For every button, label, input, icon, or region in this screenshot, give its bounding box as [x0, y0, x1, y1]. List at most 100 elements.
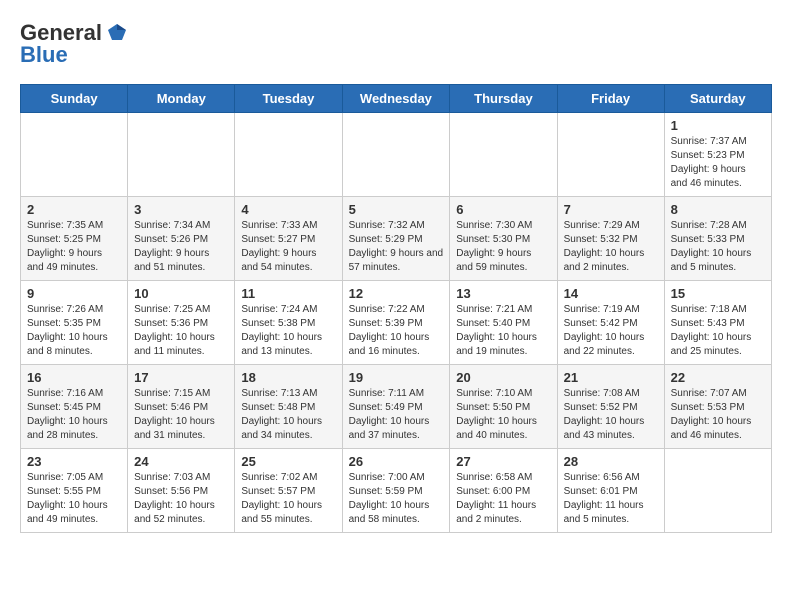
- day-number: 6: [456, 202, 550, 217]
- calendar-cell: 12 Sunrise: 7:22 AM Sunset: 5:39 PM Dayli…: [342, 281, 450, 365]
- calendar-cell: [235, 113, 342, 197]
- day-info: Sunrise: 7:22 AM Sunset: 5:39 PM Dayligh…: [349, 303, 444, 359]
- day-number: 14: [564, 286, 658, 301]
- day-info: Sunrise: 7:35 AM Sunset: 5:25 PM Dayligh…: [27, 219, 121, 275]
- calendar-cell: 13 Sunrise: 7:21 AM Sunset: 5:40 PM Dayli…: [450, 281, 557, 365]
- day-info: Sunrise: 7:30 AM Sunset: 5:30 PM Dayligh…: [456, 219, 550, 275]
- calendar-cell: 10 Sunrise: 7:25 AM Sunset: 5:36 PM Dayli…: [128, 281, 235, 365]
- calendar-cell: 11 Sunrise: 7:24 AM Sunset: 5:38 PM Dayli…: [235, 281, 342, 365]
- calendar-cell: 24 Sunrise: 7:03 AM Sunset: 5:56 PM Dayli…: [128, 449, 235, 533]
- calendar-cell: 18Sunrise: 7:13 AM Sunset: 5:48 PM Dayli…: [235, 365, 342, 449]
- day-number: 26: [349, 454, 444, 469]
- calendar-cell: [450, 113, 557, 197]
- day-of-week-friday: Friday: [557, 85, 664, 113]
- calendar-cell: 9 Sunrise: 7:26 AM Sunset: 5:35 PM Daylig…: [21, 281, 128, 365]
- calendar-cell: 6 Sunrise: 7:30 AM Sunset: 5:30 PM Daylig…: [450, 197, 557, 281]
- calendar-cell: 4 Sunrise: 7:33 AM Sunset: 5:27 PM Daylig…: [235, 197, 342, 281]
- calendar-cell: 22 Sunrise: 7:07 AM Sunset: 5:53 PM Dayli…: [664, 365, 771, 449]
- logo: General Blue: [20, 20, 128, 68]
- day-number: 23: [27, 454, 121, 469]
- calendar-cell: 8 Sunrise: 7:28 AM Sunset: 5:33 PM Daylig…: [664, 197, 771, 281]
- calendar-cell: [342, 113, 450, 197]
- day-number: 4: [241, 202, 335, 217]
- day-number: 21: [564, 370, 658, 385]
- calendar-cell: [128, 113, 235, 197]
- day-info: Sunrise: 7:07 AM Sunset: 5:53 PM Dayligh…: [671, 387, 765, 443]
- calendar-cell: 28 Sunrise: 6:56 AM Sunset: 6:01 PM Dayli…: [557, 449, 664, 533]
- day-number: 17: [134, 370, 228, 385]
- day-number: 24: [134, 454, 228, 469]
- day-info: Sunrise: 7:18 AM Sunset: 5:43 PM Dayligh…: [671, 303, 765, 359]
- calendar-cell: 17 Sunrise: 7:15 AM Sunset: 5:46 PM Dayli…: [128, 365, 235, 449]
- day-info: Sunrise: 7:33 AM Sunset: 5:27 PM Dayligh…: [241, 219, 335, 275]
- day-number: 13: [456, 286, 550, 301]
- calendar-cell: 16 Sunrise: 7:16 AM Sunset: 5:45 PM Dayli…: [21, 365, 128, 449]
- calendar-cell: 2 Sunrise: 7:35 AM Sunset: 5:25 PM Daylig…: [21, 197, 128, 281]
- calendar-cell: 5 Sunrise: 7:32 AM Sunset: 5:29 PM Daylig…: [342, 197, 450, 281]
- calendar-cell: 20 Sunrise: 7:10 AM Sunset: 5:50 PM Dayli…: [450, 365, 557, 449]
- day-info: Sunrise: 7:13 AM Sunset: 5:48 PM Dayligh…: [241, 387, 335, 443]
- day-info: Sunrise: 7:29 AM Sunset: 5:32 PM Dayligh…: [564, 219, 658, 275]
- day-number: 1: [671, 118, 765, 133]
- calendar-cell: 3 Sunrise: 7:34 AM Sunset: 5:26 PM Daylig…: [128, 197, 235, 281]
- calendar-cell: 25 Sunrise: 7:02 AM Sunset: 5:57 PM Dayli…: [235, 449, 342, 533]
- day-number: 25: [241, 454, 335, 469]
- day-number: 28: [564, 454, 658, 469]
- day-number: 3: [134, 202, 228, 217]
- day-info: Sunrise: 7:21 AM Sunset: 5:40 PM Dayligh…: [456, 303, 550, 359]
- day-number: 2: [27, 202, 121, 217]
- day-info: Sunrise: 7:24 AM Sunset: 5:38 PM Dayligh…: [241, 303, 335, 359]
- day-info: Sunrise: 7:15 AM Sunset: 5:46 PM Dayligh…: [134, 387, 228, 443]
- day-of-week-wednesday: Wednesday: [342, 85, 450, 113]
- day-number: 8: [671, 202, 765, 217]
- day-info: Sunrise: 7:05 AM Sunset: 5:55 PM Dayligh…: [27, 471, 121, 527]
- day-of-week-thursday: Thursday: [450, 85, 557, 113]
- calendar-cell: 21 Sunrise: 7:08 AM Sunset: 5:52 PM Dayli…: [557, 365, 664, 449]
- day-info: Sunrise: 7:11 AM Sunset: 5:49 PM Dayligh…: [349, 387, 444, 443]
- calendar-table: SundayMondayTuesdayWednesdayThursdayFrid…: [20, 84, 772, 533]
- day-number: 22: [671, 370, 765, 385]
- calendar-cell: 7 Sunrise: 7:29 AM Sunset: 5:32 PM Daylig…: [557, 197, 664, 281]
- calendar-cell: 14 Sunrise: 7:19 AM Sunset: 5:42 PM Dayli…: [557, 281, 664, 365]
- day-info: Sunrise: 6:56 AM Sunset: 6:01 PM Dayligh…: [564, 471, 658, 527]
- day-number: 27: [456, 454, 550, 469]
- day-of-week-tuesday: Tuesday: [235, 85, 342, 113]
- day-info: Sunrise: 7:16 AM Sunset: 5:45 PM Dayligh…: [27, 387, 121, 443]
- day-info: Sunrise: 7:28 AM Sunset: 5:33 PM Dayligh…: [671, 219, 765, 275]
- day-info: Sunrise: 7:02 AM Sunset: 5:57 PM Dayligh…: [241, 471, 335, 527]
- day-of-week-monday: Monday: [128, 85, 235, 113]
- calendar-cell: 23 Sunrise: 7:05 AM Sunset: 5:55 PM Dayli…: [21, 449, 128, 533]
- day-info: Sunrise: 7:34 AM Sunset: 5:26 PM Dayligh…: [134, 219, 228, 275]
- logo-blue-text: Blue: [20, 42, 68, 68]
- page-header: General Blue: [20, 20, 772, 68]
- day-number: 5: [349, 202, 444, 217]
- day-of-week-sunday: Sunday: [21, 85, 128, 113]
- day-number: 9: [27, 286, 121, 301]
- day-info: Sunrise: 7:37 AM Sunset: 5:23 PM Dayligh…: [671, 135, 765, 191]
- day-number: 12: [349, 286, 444, 301]
- calendar-cell: 1 Sunrise: 7:37 AM Sunset: 5:23 PM Daylig…: [664, 113, 771, 197]
- day-number: 7: [564, 202, 658, 217]
- day-info: Sunrise: 7:10 AM Sunset: 5:50 PM Dayligh…: [456, 387, 550, 443]
- calendar-cell: [557, 113, 664, 197]
- day-info: Sunrise: 6:58 AM Sunset: 6:00 PM Dayligh…: [456, 471, 550, 527]
- day-number: 15: [671, 286, 765, 301]
- logo-flag-icon: [106, 22, 128, 44]
- day-number: 20: [456, 370, 550, 385]
- calendar-cell: 15 Sunrise: 7:18 AM Sunset: 5:43 PM Dayli…: [664, 281, 771, 365]
- day-of-week-saturday: Saturday: [664, 85, 771, 113]
- day-number: 16: [27, 370, 121, 385]
- day-info: Sunrise: 7:32 AM Sunset: 5:29 PM Dayligh…: [349, 219, 444, 275]
- day-number: 11: [241, 286, 335, 301]
- day-number: 19: [349, 370, 444, 385]
- day-info: Sunrise: 7:26 AM Sunset: 5:35 PM Dayligh…: [27, 303, 121, 359]
- calendar-cell: 26 Sunrise: 7:00 AM Sunset: 5:59 PM Dayli…: [342, 449, 450, 533]
- calendar-cell: 27 Sunrise: 6:58 AM Sunset: 6:00 PM Dayli…: [450, 449, 557, 533]
- day-number: 10: [134, 286, 228, 301]
- day-info: Sunrise: 7:03 AM Sunset: 5:56 PM Dayligh…: [134, 471, 228, 527]
- calendar-cell: [664, 449, 771, 533]
- day-info: Sunrise: 7:25 AM Sunset: 5:36 PM Dayligh…: [134, 303, 228, 359]
- day-info: Sunrise: 7:19 AM Sunset: 5:42 PM Dayligh…: [564, 303, 658, 359]
- day-info: Sunrise: 7:00 AM Sunset: 5:59 PM Dayligh…: [349, 471, 444, 527]
- day-info: Sunrise: 7:08 AM Sunset: 5:52 PM Dayligh…: [564, 387, 658, 443]
